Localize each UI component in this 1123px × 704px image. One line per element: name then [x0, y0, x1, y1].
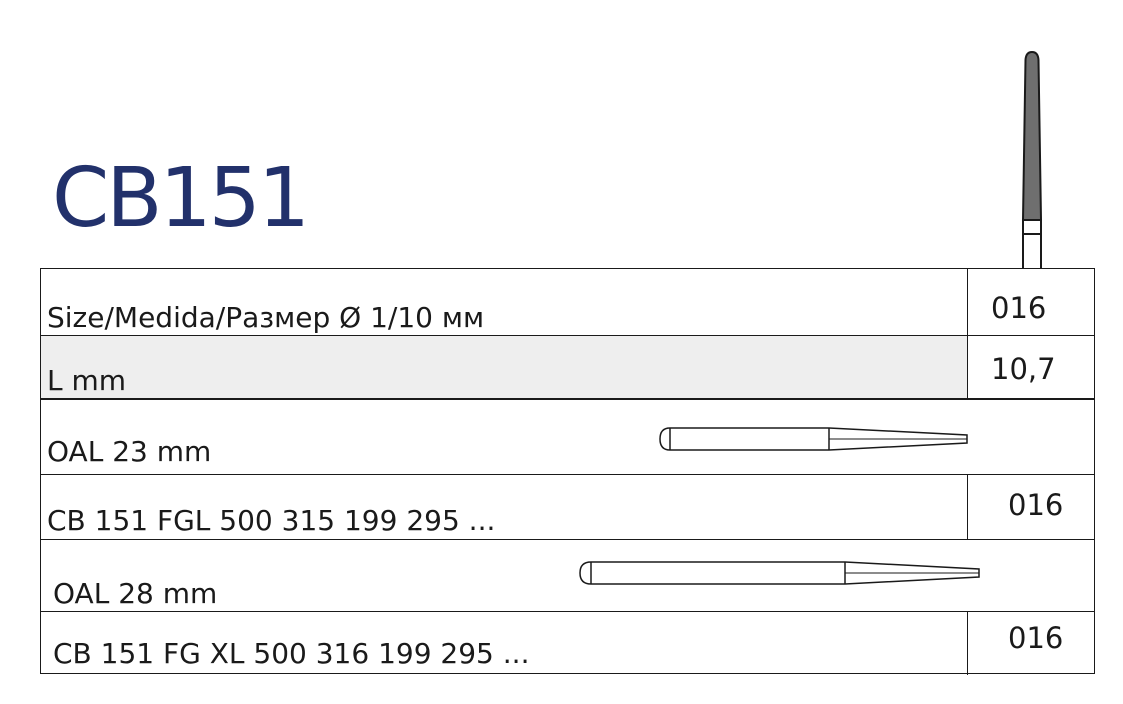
- reference-label: CB 151 FG XL 500 316 199 295 ...: [53, 637, 530, 670]
- length-row: L mm 10,7: [41, 335, 1094, 398]
- oal-label: OAL 23 mm: [47, 435, 212, 468]
- oal-label: OAL 28 mm: [53, 577, 218, 610]
- oal-row: OAL 28 mm: [41, 539, 1094, 611]
- reference-value: 016: [1008, 488, 1064, 522]
- size-value: 016: [991, 291, 1047, 325]
- reference-row: CB 151 FG XL 500 316 199 295 ... 016: [41, 611, 1094, 675]
- reference-label: CB 151 FGL 500 315 199 295 ...: [47, 504, 496, 537]
- size-row: Size/Medida/Размер Ø 1/10 мм 016: [41, 269, 1094, 335]
- size-label: Size/Medida/Размер Ø 1/10 мм: [47, 301, 485, 334]
- spec-table: Size/Medida/Размер Ø 1/10 мм 016 L mm 10…: [40, 268, 1095, 675]
- reference-row: CB 151 FGL 500 315 199 295 ... 016: [41, 474, 1094, 539]
- reference-value: 016: [1008, 621, 1064, 655]
- oal-row: OAL 23 mm: [41, 398, 1094, 474]
- product-code: CB151: [52, 151, 310, 246]
- length-value: 10,7: [991, 352, 1056, 386]
- length-label: L mm: [47, 364, 127, 397]
- bur-28mm-icon: [579, 561, 980, 585]
- bur-23mm-icon: [659, 427, 968, 451]
- bur-illustration-icon: [1021, 50, 1043, 268]
